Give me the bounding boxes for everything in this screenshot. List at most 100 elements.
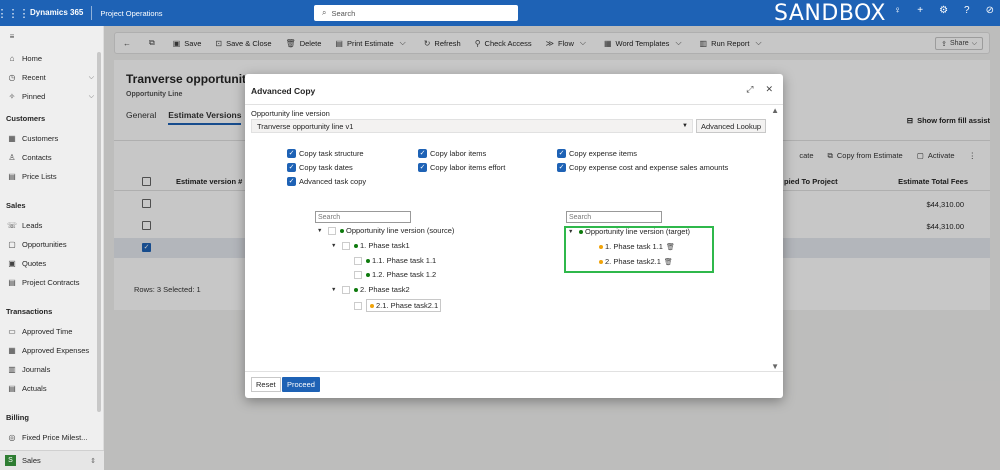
copy-task-dates-checkbox[interactable]: ✓ Copy task dates [287, 163, 353, 172]
gear-icon[interactable]: ⚙ [939, 5, 948, 16]
draggable-task-chip[interactable]: 2.1. Phase task2.1 [366, 299, 442, 312]
copy-labor-items-checkbox[interactable]: ✓ Copy labor items [418, 149, 486, 158]
source-tree-root[interactable]: ▼ Opportunity line version (source) [317, 226, 454, 235]
copilot-icon[interactable]: ⊘ [986, 5, 994, 16]
sidebar-item-opportunities[interactable]: ▢ Opportunities [6, 240, 94, 249]
checkbox-checked: ✓ [287, 177, 296, 186]
copy-expense-amounts-checkbox[interactable]: ✓ Copy expense cost and expense sales amo… [557, 163, 728, 172]
sidebar-scrollbar[interactable] [97, 52, 101, 412]
global-search-input[interactable]: ⌕ Search [314, 5, 518, 21]
plus-icon[interactable]: + [917, 5, 923, 16]
tree-checkbox[interactable] [354, 256, 362, 265]
version-field-label: Opportunity line version [251, 109, 330, 118]
target-tree-task2-1[interactable]: 2. Phase task2.1 🗑 [599, 257, 673, 266]
source-tree-task1[interactable]: ▼ 1. Phase task1 [331, 241, 410, 250]
copy-expense-items-checkbox[interactable]: ✓ Copy expense items [557, 149, 637, 158]
sidebar-item-contacts[interactable]: ♙ Contacts [6, 153, 94, 162]
area-switcher[interactable]: S Sales ⇕ [0, 450, 104, 470]
scroll-up-icon[interactable]: ▲ [771, 106, 779, 115]
tree-checkbox[interactable] [342, 285, 350, 294]
app-launcher-icon[interactable]: ⋮⋮⋮ [0, 0, 30, 26]
source-tree-task1-1[interactable]: 1.1. Phase task 1.1 [354, 256, 436, 265]
advanced-lookup-button[interactable]: Advanced Lookup [696, 119, 767, 133]
proceed-button[interactable]: Proceed [282, 377, 320, 392]
version-select[interactable]: Tranverse opportunity line v1 ▼ [251, 119, 693, 133]
target-tree-search-input[interactable]: Search [566, 211, 662, 223]
dialog-title: Advanced Copy [251, 86, 316, 96]
trash-icon[interactable]: 🗑 [666, 243, 675, 251]
status-dot [366, 272, 370, 277]
tree-checkbox[interactable] [328, 226, 336, 235]
building-icon: ▦ [8, 134, 16, 143]
sidebar-item-approved-time[interactable]: ▭ Approved Time [6, 327, 94, 336]
phone-icon: ☏ [6, 221, 17, 230]
checkbox-checked: ✓ [418, 149, 427, 158]
home-icon: ⌂ [9, 54, 15, 63]
search-icon: ⌕ [322, 8, 327, 17]
sidebar-item-recent[interactable]: ◷ Recent ⌵ [6, 73, 95, 82]
source-tree-task1-2[interactable]: 1.2. Phase task 1.2 [354, 270, 436, 279]
advanced-copy-dialog: Advanced Copy ⤢ ✕ ▲ ▼ Opportunity line v… [245, 74, 783, 398]
checkbox-checked: ✓ [418, 163, 427, 172]
sidebar-item-journals[interactable]: ▥ Journals [6, 365, 94, 374]
tree-checkbox[interactable] [354, 270, 362, 279]
close-icon[interactable]: ✕ [765, 84, 773, 95]
sidebar-item-approved-expenses[interactable]: ▦ Approved Expenses [6, 346, 94, 355]
source-tree-task2-1[interactable]: 2.1. Phase task2.1 [354, 299, 442, 312]
chevron-down-icon: ⌵ [88, 92, 94, 100]
sidebar-item-home[interactable]: ⌂ Home [6, 54, 94, 63]
divider [245, 371, 783, 372]
status-dot [370, 303, 374, 308]
checkbox-checked: ✓ [287, 149, 296, 158]
expand-icon[interactable]: ⤢ [746, 84, 753, 95]
hamburger-menu-icon[interactable]: ≡ [6, 32, 94, 41]
status-dot [354, 287, 358, 292]
source-tree-task2[interactable]: ▼ 2. Phase task2 [331, 285, 410, 294]
status-dot [599, 244, 603, 249]
lightbulb-icon[interactable]: ♀ [894, 5, 902, 16]
expand-caret-icon[interactable]: ▼ [568, 229, 576, 235]
status-dot [599, 259, 603, 264]
expand-caret-icon[interactable]: ▼ [331, 243, 339, 249]
sidebar-item-project-contracts[interactable]: ▤ Project Contracts [6, 278, 94, 287]
document-icon: ▢ [8, 240, 16, 249]
milestone-icon: ◎ [8, 433, 16, 442]
target-tree-task1-1[interactable]: 1. Phase task 1.1 🗑 [599, 242, 675, 251]
trash-icon[interactable]: 🗑 [664, 258, 673, 266]
chevron-updown-icon: ⇕ [90, 457, 96, 465]
chevron-down-icon: ⌵ [88, 73, 94, 81]
target-tree-root[interactable]: ▼ Opportunity line version (target) [568, 227, 690, 236]
status-dot [366, 258, 370, 263]
sidebar-item-leads[interactable]: ☏ Leads [6, 221, 94, 230]
app-name[interactable]: Dynamics 365 [30, 6, 93, 20]
help-icon[interactable]: ? [964, 5, 970, 16]
sidebar-item-actuals[interactable]: ▤ Actuals [6, 384, 94, 393]
advanced-task-copy-checkbox[interactable]: ✓ Advanced task copy [287, 177, 366, 186]
person-icon: ♙ [8, 153, 16, 162]
sidebar-section-customers: Customers [6, 114, 46, 123]
tree-checkbox[interactable] [342, 241, 350, 250]
sidebar-item-fixed-price-milestones[interactable]: ◎ Fixed Price Milest... [6, 433, 94, 442]
app-area-name[interactable]: Project Operations [100, 9, 162, 18]
expand-caret-icon[interactable]: ▼ [317, 228, 325, 234]
sidebar-item-pinned[interactable]: ✧ Pinned ⌵ [6, 92, 94, 101]
tree-checkbox[interactable] [354, 301, 362, 310]
checkbox-checked: ✓ [287, 163, 296, 172]
copy-task-structure-checkbox[interactable]: ✓ Copy task structure [287, 149, 364, 158]
reset-button[interactable]: Reset [251, 377, 281, 392]
source-tree-search-input[interactable]: Search [315, 211, 411, 223]
expand-caret-icon[interactable]: ▼ [331, 287, 339, 293]
copy-labor-effort-checkbox[interactable]: ✓ Copy labor items effort [418, 163, 505, 172]
sidebar-item-quotes[interactable]: ▣ Quotes [6, 259, 94, 268]
top-navigation-bar: ⋮⋮⋮ Dynamics 365 Project Operations ⌕ Se… [0, 0, 1000, 26]
scroll-down-icon[interactable]: ▼ [771, 362, 779, 371]
sidebar-section-sales: Sales [6, 201, 26, 210]
sidebar-item-price-lists[interactable]: ▤ Price Lists [6, 172, 94, 181]
sidebar-item-customers[interactable]: ▦ Customers [6, 134, 94, 143]
clock-icon: ◷ [8, 73, 16, 82]
sidebar-section-billing: Billing [6, 413, 29, 422]
journal-icon: ▥ [8, 365, 16, 374]
divider [245, 104, 783, 105]
list-icon: ▤ [8, 172, 16, 181]
status-dot [579, 229, 583, 234]
